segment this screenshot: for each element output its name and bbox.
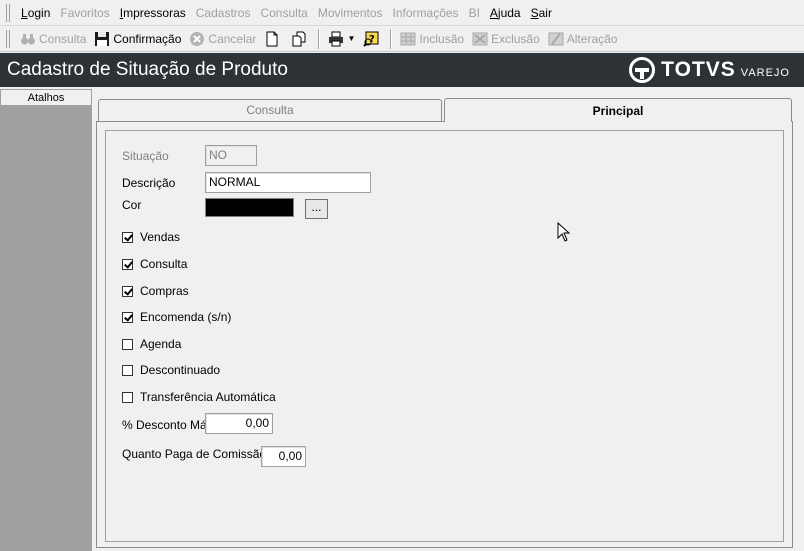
toolbar-separator-2: [390, 28, 393, 49]
checkbox-consulta-label: Consulta: [140, 257, 188, 271]
confirmacao-button-label: Confirmação: [113, 31, 182, 46]
dropdown-arrow-icon: ▼: [347, 34, 356, 43]
toolbar-grip: [6, 29, 10, 48]
save-icon: [94, 31, 110, 47]
menu-sair-label: air: [538, 5, 552, 20]
checkbox-agenda-box[interactable]: [122, 338, 133, 350]
copy-document-icon: [291, 31, 307, 47]
logo-sub: VAREJO: [740, 66, 790, 79]
menu-login[interactable]: Login: [16, 0, 55, 26]
checkbox-transferencia-automatica-label: Transferência Automática: [140, 390, 276, 404]
checkbox-compras[interactable]: Compras: [122, 284, 189, 298]
comissao-label: Quanto Paga de Comissão: [122, 447, 267, 461]
menu-impressoras-label: mpressoras: [123, 5, 186, 20]
checkbox-encomenda[interactable]: Encomenda (s/n): [122, 310, 231, 324]
situacao-field[interactable]: NO: [205, 145, 257, 166]
checkbox-vendas-label: Vendas: [140, 230, 181, 244]
cancelar-button-label: Cancelar: [208, 31, 257, 46]
logo-brand: TOTVS: [661, 58, 736, 81]
desconto-field[interactable]: 0,00: [205, 413, 273, 434]
tab-principal[interactable]: Principal: [444, 98, 792, 122]
situacao-label: Situação: [122, 149, 169, 163]
cor-swatch[interactable]: [205, 198, 294, 217]
totvs-logo: TOTVS VAREJO: [629, 57, 790, 83]
checkbox-transferencia-automatica-box[interactable]: [122, 391, 133, 403]
mouse-cursor-icon: [557, 221, 571, 245]
descricao-label: Descrição: [122, 176, 176, 190]
consulta-button[interactable]: Consulta: [16, 28, 90, 50]
window-title-bar: Cadastro de Situação de Produto TOTVS VA…: [0, 53, 804, 87]
desconto-label: % Desconto Máx.: [122, 418, 217, 432]
menu-login-label: ogin: [27, 5, 51, 20]
print-button[interactable]: ▼: [324, 28, 359, 50]
checkbox-descontinuado-label: Descontinuado: [140, 363, 221, 377]
alteracao-button-label: Alteração: [566, 31, 618, 46]
menu-consulta[interactable]: Consulta: [255, 0, 312, 26]
checkbox-agenda[interactable]: Agenda: [122, 337, 181, 351]
menu-ajuda-label: juda: [497, 5, 521, 20]
inclusao-button-label: Inclusão: [419, 31, 465, 46]
help-button[interactable]: ?: [359, 28, 386, 50]
checkbox-compras-box[interactable]: [122, 285, 133, 297]
checkbox-consulta[interactable]: Consulta: [122, 257, 187, 271]
confirmacao-button[interactable]: Confirmação: [90, 28, 185, 50]
cancelar-button[interactable]: Cancelar: [185, 28, 260, 50]
toolbar: Consulta Confirmação Cancelar ▼ ? Inclus…: [0, 26, 804, 52]
descricao-field[interactable]: NORMAL: [205, 172, 371, 193]
help-search-icon: ?: [363, 31, 379, 47]
checkbox-consulta-box[interactable]: [122, 258, 133, 270]
cancel-icon: [189, 31, 205, 47]
totvs-logo-icon: [629, 57, 656, 83]
grid-edit-icon: [548, 31, 564, 47]
menu-ajuda-mnemonic: A: [489, 5, 498, 20]
menu-login-mnemonic: L: [21, 5, 28, 20]
menu-ajuda[interactable]: Ajuda: [485, 0, 526, 26]
menu-cadastros[interactable]: Cadastros: [191, 0, 256, 26]
checkbox-encomenda-box[interactable]: [122, 311, 133, 323]
checkbox-transferencia-automatica[interactable]: Transferência Automática: [122, 390, 276, 404]
grid-add-icon: [400, 31, 416, 47]
shortcuts-header[interactable]: Atalhos: [0, 89, 92, 106]
checkbox-vendas[interactable]: Vendas: [122, 230, 180, 244]
cor-picker-button[interactable]: ...: [305, 199, 328, 219]
printer-icon: [328, 31, 344, 47]
exclusao-button[interactable]: Exclusão: [468, 28, 544, 50]
menu-impressoras[interactable]: Impressoras: [115, 0, 191, 26]
shortcuts-panel: Atalhos: [0, 89, 92, 551]
alteracao-button[interactable]: Alteração: [544, 28, 622, 50]
comissao-field[interactable]: 0,00: [261, 446, 306, 467]
menu-bar: Login Favoritos Impressoras Cadastros Co…: [0, 0, 804, 26]
menu-grip: [6, 3, 10, 22]
checkbox-agenda-label: Agenda: [140, 337, 182, 351]
menu-favoritos[interactable]: Favoritos: [55, 0, 114, 26]
menu-informacoes[interactable]: Informações: [388, 0, 464, 26]
inclusao-button[interactable]: Inclusão: [396, 28, 468, 50]
copy-document-button[interactable]: [287, 28, 314, 50]
menu-sair-mnemonic: S: [530, 5, 539, 20]
menu-sair[interactable]: Sair: [526, 0, 557, 26]
page-title: Cadastro de Situação de Produto: [7, 59, 288, 80]
binoculars-icon: [20, 31, 36, 47]
checkbox-encomenda-label: Encomenda (s/n): [140, 310, 232, 324]
cor-label: Cor: [122, 198, 142, 212]
new-document-icon: [264, 31, 280, 47]
toolbar-separator: [318, 28, 321, 49]
checkbox-vendas-box[interactable]: [122, 231, 133, 243]
tab-consulta[interactable]: Consulta: [98, 99, 442, 121]
exclusao-button-label: Exclusão: [491, 31, 540, 46]
checkbox-descontinuado[interactable]: Descontinuado: [122, 363, 220, 377]
menu-movimentos[interactable]: Movimentos: [313, 0, 388, 26]
checkbox-descontinuado-box[interactable]: [122, 364, 133, 376]
grid-delete-icon: [472, 31, 488, 47]
menu-bi[interactable]: BI: [464, 0, 485, 26]
consulta-button-label: Consulta: [39, 31, 87, 46]
checkbox-compras-label: Compras: [140, 284, 189, 298]
new-document-button[interactable]: [260, 28, 287, 50]
